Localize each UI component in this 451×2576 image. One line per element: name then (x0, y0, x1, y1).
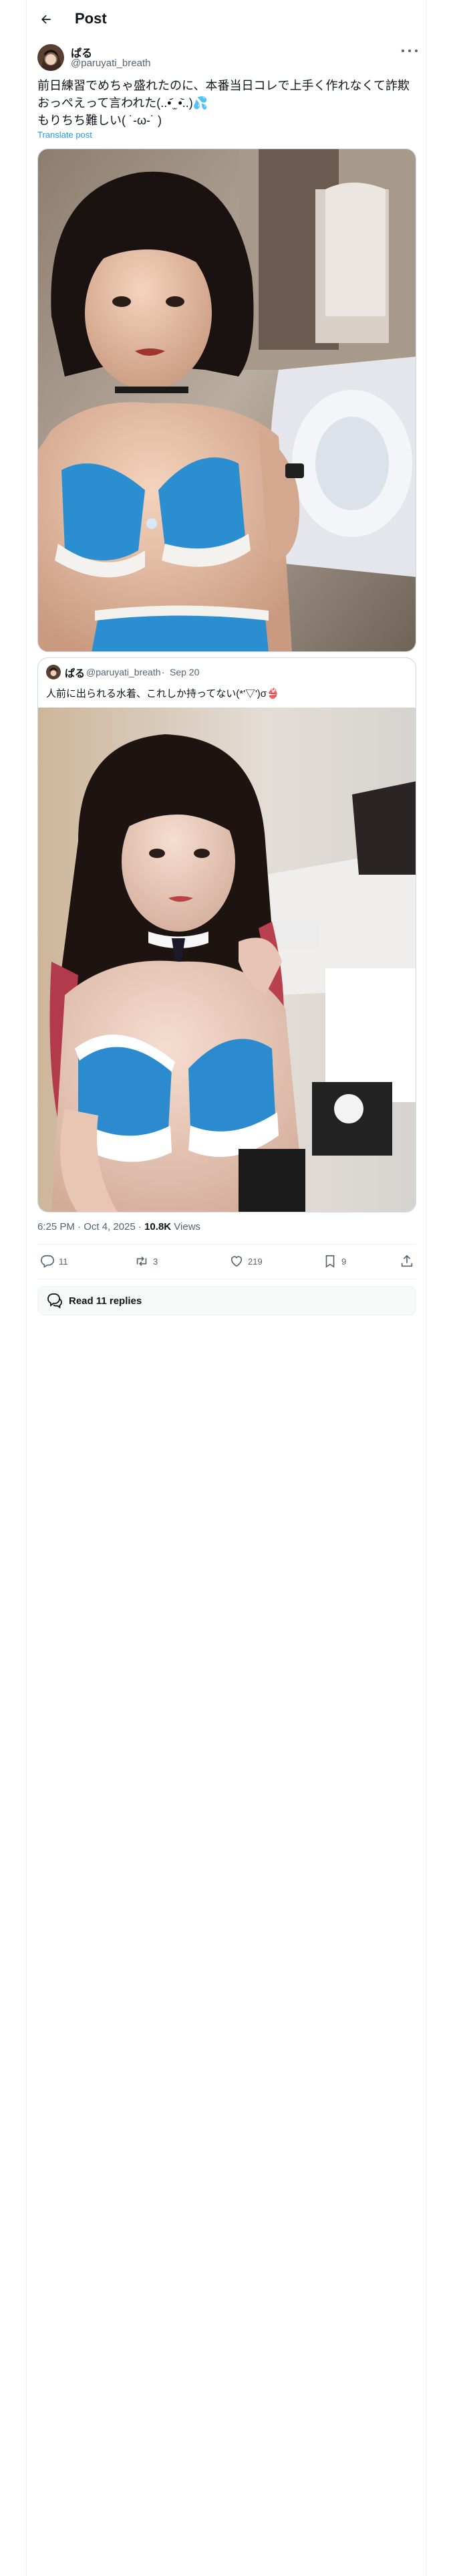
back-arrow-icon (41, 15, 51, 24)
quote-date: Sep 20 (170, 667, 200, 677)
bookmark-button[interactable]: 9 (323, 1253, 346, 1270)
speech-bubbles-icon (46, 1292, 63, 1309)
views-count: 10.8K (144, 1221, 172, 1232)
reply-icon (41, 1255, 54, 1268)
quote-separator: · (162, 667, 165, 677)
post-text: 前日練習でめちゃ盛れたのに、本番当日コレで上手く作れなくて詐欺おっぺえって言われ… (37, 79, 410, 127)
back-button[interactable] (36, 9, 56, 29)
like-count: 219 (248, 1256, 263, 1267)
quote-avatar (46, 665, 61, 679)
read-replies-button[interactable]: Read 11 replies (37, 1286, 416, 1315)
quote-author-handle: @paruyati_breath (86, 667, 161, 677)
post-time[interactable]: 6:25 PM · Oct 4, 2025 (37, 1221, 136, 1232)
more-icon (402, 49, 404, 52)
post-photo[interactable] (37, 148, 416, 652)
quote-text: 人前に出られる水着、これしか持ってない(*'▽')σ👙 (46, 688, 279, 700)
quote-photo[interactable] (38, 708, 416, 1212)
bookmark-icon (325, 1255, 335, 1268)
share-icon (401, 1255, 413, 1267)
reply-button[interactable]: 11 (40, 1253, 68, 1270)
repost-icon (136, 1256, 147, 1267)
meta-separator: · (138, 1221, 142, 1232)
page-header: Post (27, 0, 427, 38)
views-label: Views (174, 1221, 201, 1232)
read-replies-label: Read 11 replies (69, 1295, 142, 1307)
quoted-post[interactable]: ぱる @paruyati_breath · Sep 20 人前に出られる水着、こ… (37, 657, 416, 1212)
quote-author-name: ぱる (65, 668, 86, 679)
more-button[interactable] (402, 44, 418, 58)
like-icon (231, 1256, 243, 1267)
repost-button[interactable]: 3 (134, 1253, 158, 1270)
divider-top (37, 1244, 416, 1245)
avatar[interactable] (37, 44, 64, 71)
bookmark-count: 9 (341, 1256, 347, 1267)
post-column: Post ぱる @paruyati_breath 前日練習でめちゃ盛れたのに、本… (26, 0, 426, 2576)
author-handle[interactable]: @paruyati_breath (71, 58, 150, 69)
post-meta: 6:25 PM · Oct 4, 2025 · 10.8K Views (37, 1221, 200, 1232)
reply-count: 11 (59, 1256, 68, 1267)
like-button[interactable]: 219 (229, 1253, 263, 1270)
translate-post-link[interactable]: Translate post (37, 130, 92, 140)
share-button[interactable] (400, 1253, 414, 1270)
repost-count: 3 (153, 1256, 158, 1267)
page-title: Post (75, 10, 107, 27)
